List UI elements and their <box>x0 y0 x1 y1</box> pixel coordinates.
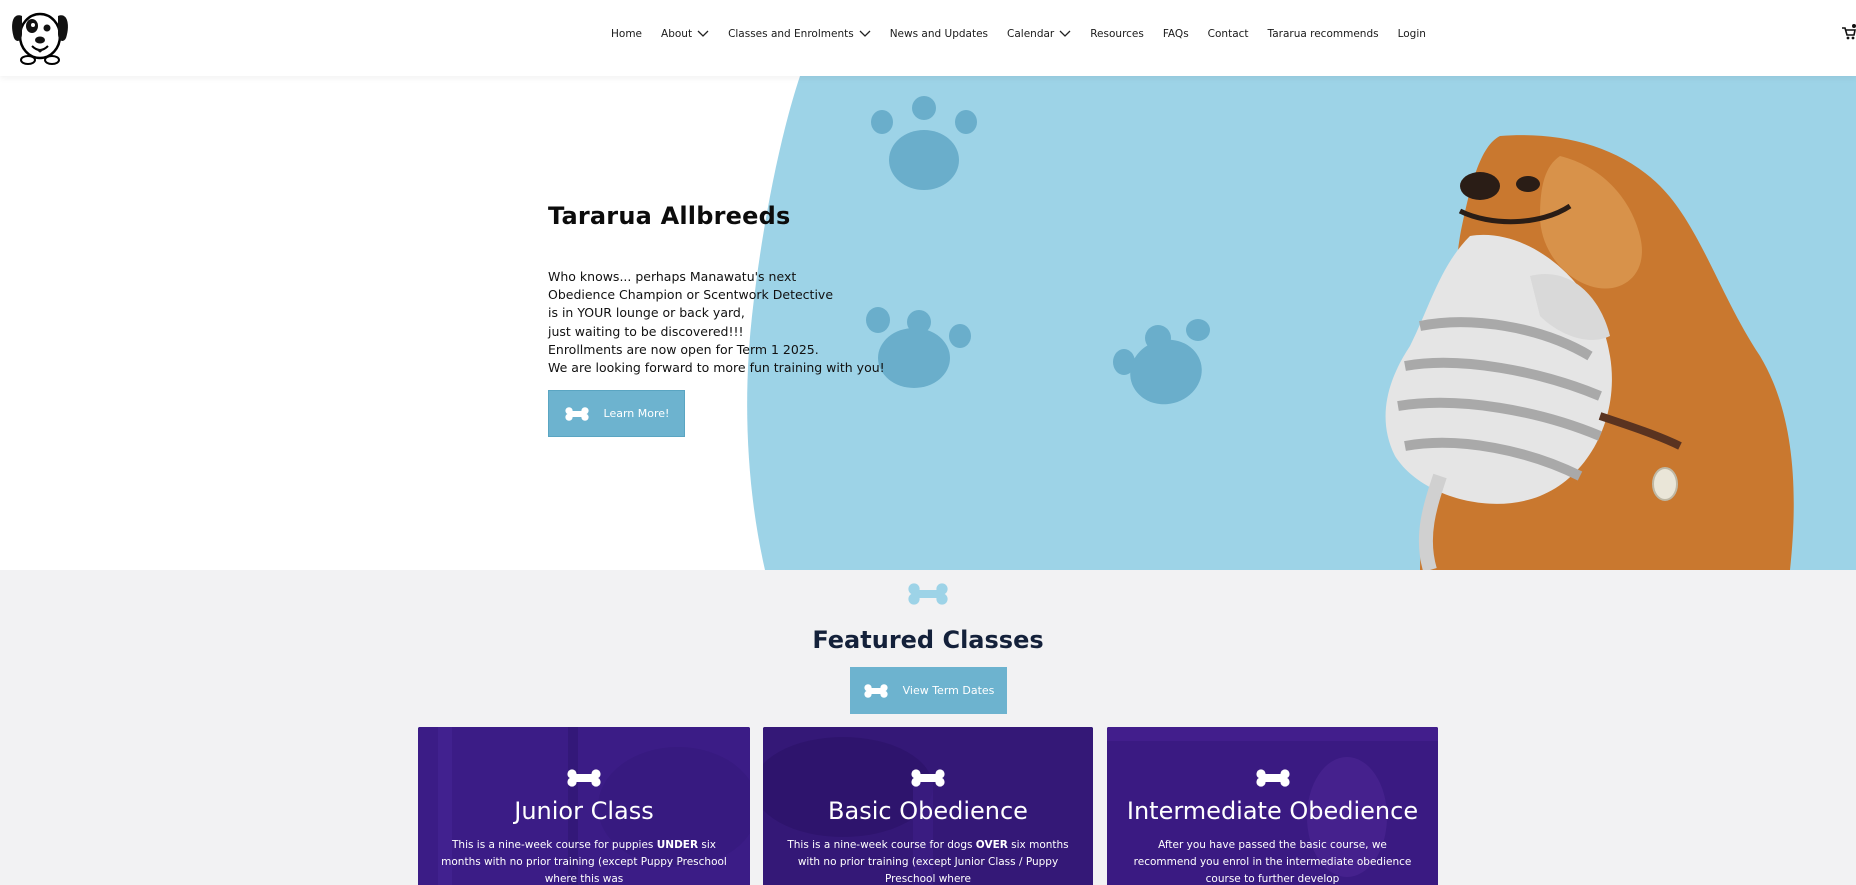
nav-item-about[interactable]: About <box>661 28 709 40</box>
nav-item-faqs[interactable]: FAQs <box>1163 28 1189 40</box>
card-title: Junior Class <box>514 797 654 825</box>
chevron-down-icon <box>697 30 709 37</box>
dog-logo-icon[interactable] <box>8 4 72 66</box>
hero-line: is in YOUR lounge or back yard, <box>548 305 745 321</box>
hero-section: Tararua Allbreeds Who knows... perhaps M… <box>0 76 1856 570</box>
bone-icon <box>911 769 945 787</box>
card-text-bold: OVER <box>975 839 1008 851</box>
card-description: After you have passed the basic course, … <box>1125 837 1420 885</box>
hero-line: Obedience Champion or Scentwork Detectiv… <box>548 287 834 303</box>
bone-icon <box>567 769 601 787</box>
main-nav: Home About Classes and Enrolments News a… <box>611 0 1445 68</box>
card-title: Intermediate Obedience <box>1126 797 1419 825</box>
card-text-bold: UNDER <box>656 839 699 851</box>
nav-label: Calendar <box>1007 28 1055 40</box>
chevron-down-icon <box>859 30 871 37</box>
chevron-down-icon <box>1059 30 1071 37</box>
card-text-part: This is a nine-week course for dogs <box>787 839 976 851</box>
nav-item-contact[interactable]: Contact <box>1208 28 1249 40</box>
card-description: This is a nine-week course for puppies U… <box>436 837 732 885</box>
nav-label: Contact <box>1207 28 1249 40</box>
class-card-basic[interactable]: Basic Obedience This is a nine-week cour… <box>763 727 1093 885</box>
class-card-intermediate[interactable]: Intermediate Obedience After you have pa… <box>1107 727 1438 885</box>
nav-item-recommends[interactable]: Tararua recommends <box>1268 28 1379 40</box>
nav-label: Login <box>1397 28 1426 40</box>
nav-label: Resources <box>1090 28 1144 40</box>
nav-label: News and Updates <box>889 28 989 40</box>
class-cards: Junior Class This is a nine-week course … <box>418 727 1438 885</box>
featured-classes-section: Featured Classes View Term Dates Junior … <box>0 570 1856 885</box>
nav-label: Classes and Enrolments <box>728 28 854 40</box>
learn-more-button[interactable]: Learn More! <box>548 390 685 437</box>
nav-item-resources[interactable]: Resources <box>1090 28 1144 40</box>
hero-description: Who knows... perhaps Manawatu's next Obe… <box>548 268 888 377</box>
view-term-dates-label: View Term Dates <box>902 684 995 697</box>
class-card-junior[interactable]: Junior Class This is a nine-week course … <box>418 727 750 885</box>
view-term-dates-button[interactable]: View Term Dates <box>850 667 1007 714</box>
nav-label: Tararua recommends <box>1267 28 1379 40</box>
hero-title: Tararua Allbreeds <box>548 202 791 230</box>
card-title: Basic Obedience <box>828 797 1028 825</box>
nav-item-calendar[interactable]: Calendar <box>1007 28 1071 40</box>
featured-title: Featured Classes <box>812 626 1044 654</box>
hero-line: just waiting to be discovered!!! <box>548 323 744 339</box>
card-text-part: This is a nine-week course for puppies <box>452 839 657 851</box>
learn-more-label: Learn More! <box>603 407 670 420</box>
bone-icon <box>564 406 589 421</box>
hero-line: Who knows... perhaps Manawatu's next <box>548 269 797 284</box>
nav-item-home[interactable]: Home <box>611 28 642 40</box>
site-header: Home About Classes and Enrolments News a… <box>0 0 1856 76</box>
bone-icon <box>908 583 948 605</box>
hero-line: Enrollments are now open for Term 1 2025… <box>548 341 819 357</box>
hero-line: We are looking forward to more fun train… <box>548 360 885 376</box>
nav-item-classes[interactable]: Classes and Enrolments <box>728 28 871 40</box>
nav-item-login[interactable]: Login <box>1398 28 1426 40</box>
bone-icon <box>864 683 888 698</box>
nav-label: FAQs <box>1162 28 1189 40</box>
nav-label: About <box>661 28 693 40</box>
hero-background <box>747 76 1856 570</box>
card-description: This is a nine-week course for dogs OVER… <box>781 837 1075 885</box>
card-text-part: After you have passed the basic course, … <box>1133 839 1412 885</box>
cart-icon[interactable] <box>1842 24 1856 40</box>
nav-label: Home <box>611 28 643 40</box>
bone-icon <box>1255 769 1290 787</box>
nav-item-news[interactable]: News and Updates <box>890 28 988 40</box>
